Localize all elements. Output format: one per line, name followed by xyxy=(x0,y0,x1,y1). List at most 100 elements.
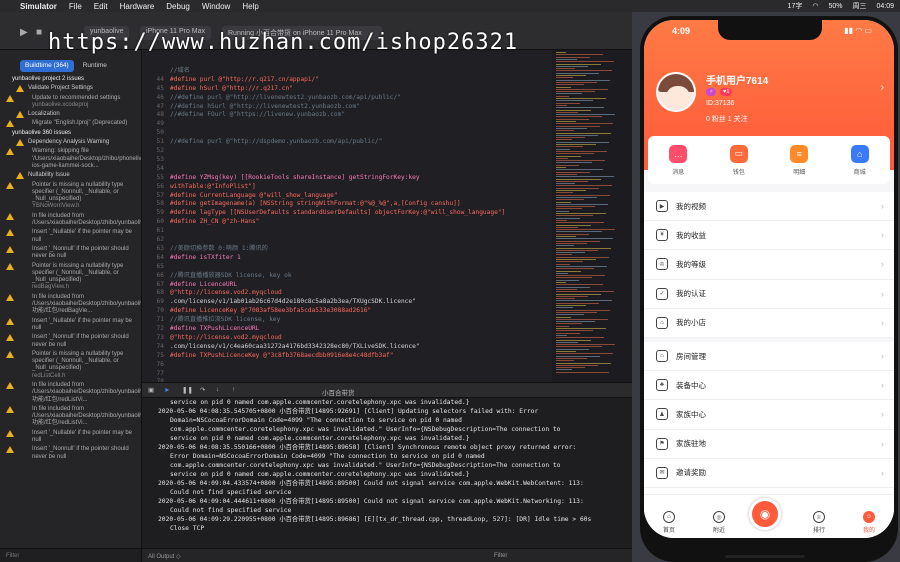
issue-item[interactable]: In file included from /Users/xiaobaihe/D… xyxy=(6,293,141,316)
hide-debug-icon[interactable]: ▣ xyxy=(148,386,154,394)
issue-item[interactable]: In file included from /Users/xiaobaihe/D… xyxy=(6,212,141,228)
navigator-filter[interactable]: Filter xyxy=(0,548,141,562)
issue-item[interactable]: In file included from /Users/xiaobaihe/D… xyxy=(6,381,141,404)
issue-item[interactable]: In file included from /Users/xiaobaihe/D… xyxy=(6,405,141,428)
code-line[interactable]: #define TXPushLicenceKey @"3c8fb3768aecd… xyxy=(170,352,394,360)
step-out-icon[interactable]: ↑ xyxy=(232,386,235,393)
code-editor[interactable]: 44 45 46 47 48 49 50 51 52 53 54 55 56 57 58 59 60 61 62 63… xyxy=(142,50,632,382)
code-line[interactable]: #define isTXfiter 1 xyxy=(170,254,241,262)
code-line[interactable]: #define LicenceURL xyxy=(170,281,237,289)
profile-arrow-icon[interactable]: › xyxy=(881,82,884,93)
issue-item[interactable]: Insert '_Nullable' if the pointer may be… xyxy=(6,229,139,244)
code-line[interactable]: //腾讯直播推拉流SDK license, key xyxy=(170,316,280,324)
menu-row[interactable]: ⌂ 房间管理 › xyxy=(644,342,894,372)
tab-nearby[interactable]: ◎ 附近 xyxy=(699,511,739,534)
quick-shop[interactable]: ⌂ 商城 xyxy=(850,144,869,176)
issue-item[interactable]: Pointer is missing a nullability type sp… xyxy=(6,262,139,292)
issue-item[interactable]: Pointer is missing a nullability type sp… xyxy=(6,181,139,211)
code-line[interactable]: #define YZMsg(key) [[RookieTools shareIn… xyxy=(170,174,420,182)
output-selector[interactable]: All Output ◇ xyxy=(148,553,181,560)
code-line[interactable]: //域名 xyxy=(170,67,190,75)
issue-item[interactable]: Insert '_Nonnull' if the pointer should … xyxy=(6,334,139,349)
issue-item[interactable]: Pointer is missing a nullability type sp… xyxy=(6,350,139,380)
tab-buildtime[interactable]: Buildtime (364) xyxy=(20,60,74,72)
tab-profile[interactable]: ☺ 我的 xyxy=(849,511,889,534)
issue-item[interactable]: Migrate "English.lproj" (Deprecated) xyxy=(6,120,139,128)
input-method-status[interactable]: 17字 xyxy=(788,1,803,11)
menu-row[interactable]: ♣ 装备中心 › xyxy=(644,371,894,401)
issue-text: Insert '_Nullable' if the pointer may be… xyxy=(32,229,133,243)
code-line[interactable]: withTable:@"InfoPlist"] xyxy=(170,183,256,191)
code-line[interactable]: //#define FOurl @"https://livenew.yunbao… xyxy=(170,111,345,119)
run-icon[interactable]: ▶ xyxy=(20,27,28,38)
issue-item[interactable]: Dependency Analysis Warning xyxy=(6,139,139,147)
home-indicator[interactable] xyxy=(725,555,805,558)
quick-chat[interactable]: … 消息 xyxy=(669,144,688,176)
menu-window[interactable]: Window xyxy=(202,2,230,11)
battery-status[interactable]: 50% xyxy=(828,3,842,10)
menu-debug[interactable]: Debug xyxy=(166,2,190,11)
issue-item[interactable]: Insert '_Nonnull' if the pointer should … xyxy=(6,446,139,461)
code-line[interactable]: //美颜切换参数 0:萌颜 1:腾讯的 xyxy=(170,245,268,253)
code-line[interactable]: #define lagType [[NSUserDefaults standar… xyxy=(170,209,505,217)
tab-rank[interactable]: ♕ 排行 xyxy=(799,511,839,534)
menu-app-name[interactable]: Simulator xyxy=(20,2,57,11)
source-code[interactable]: //域名 #define purl @"http://r.q217.cn/appa… xyxy=(170,50,550,382)
live-start-button[interactable]: ◉ xyxy=(749,498,781,530)
issue-item[interactable]: yunbaolive project 2 issues xyxy=(6,76,139,83)
issue-item[interactable]: yunbaolive 360 issues xyxy=(6,130,139,137)
menu-hardware[interactable]: Hardware xyxy=(120,2,155,11)
avatar[interactable] xyxy=(656,72,696,112)
issue-item[interactable]: Update to recommended settings yunbaolive… xyxy=(6,94,139,110)
code-line[interactable]: .com/license/v1/1ab01ab26c67d4d2e180c8c5… xyxy=(170,298,416,306)
code-line[interactable]: #define ZH_CN @"zh-Hans" xyxy=(170,218,259,226)
code-line[interactable]: .com/license/v1/c4ea60caa31272a4176bd334… xyxy=(170,343,420,351)
menu-row[interactable]: ⌂ 我的小店 › xyxy=(644,309,894,338)
clock-status[interactable]: 04:09 xyxy=(876,3,894,10)
code-line[interactable]: //#define purl @"http://dspdemo.yunbaozb… xyxy=(170,138,382,146)
menu-file[interactable]: File xyxy=(69,2,82,11)
stop-icon[interactable]: ■ xyxy=(36,27,42,38)
issue-item[interactable]: Insert '_Nullable' if the pointer may be… xyxy=(6,429,139,445)
tab-home[interactable]: ⌂ 首页 xyxy=(649,511,689,534)
breakpoints-icon[interactable]: ➤ xyxy=(164,386,169,394)
code-line[interactable]: #define purl @"http://r.q217.cn/appapi/" xyxy=(170,76,319,84)
code-line[interactable]: #define getImagename(a) [NSString string… xyxy=(170,200,461,208)
issue-item[interactable]: Nullability Issue xyxy=(6,172,139,180)
menu-row[interactable]: ⚑ 家族驻地 › xyxy=(644,430,894,459)
debug-console[interactable]: service on pid 0 named com.apple.commcen… xyxy=(142,398,632,548)
follow-stats[interactable]: 0 粉丝 1 关注 xyxy=(706,114,748,124)
code-line[interactable]: #define CurrentLanguage @"will_show_lang… xyxy=(170,192,338,200)
code-line[interactable]: #define hSurl @"http://r.q217.cn" xyxy=(170,85,293,93)
console-filter[interactable]: Filter xyxy=(494,553,507,559)
debug-target[interactable]: 小百合带货 xyxy=(322,387,355,397)
code-line[interactable]: //腾讯直播播放器SDK license, key ok xyxy=(170,272,292,280)
tab-runtime[interactable]: Runtime xyxy=(78,60,112,72)
code-line[interactable]: #define TXPushLicenceURL xyxy=(170,325,259,333)
code-line[interactable]: @"http://license.vod2.myqcloud xyxy=(170,289,282,297)
code-line[interactable]: //#define purl @"http://livenewtest2.yun… xyxy=(170,94,401,102)
issue-item[interactable]: Localization xyxy=(6,111,139,119)
menu-row[interactable]: ♔ 我的等级 › xyxy=(644,250,894,280)
menu-row[interactable]: ♟ 家族中心 › xyxy=(644,400,894,430)
step-over-icon[interactable]: ↷ xyxy=(200,386,205,394)
step-in-icon[interactable]: ↓ xyxy=(216,386,219,393)
issue-item[interactable]: Validate Project Settings xyxy=(6,85,139,93)
issue-item[interactable]: Insert '_Nullable' if the pointer may be… xyxy=(6,317,139,333)
minimap[interactable] xyxy=(552,50,632,382)
menu-help[interactable]: Help xyxy=(242,2,258,11)
menu-row[interactable]: ¥ 我的收益 › xyxy=(644,221,894,251)
menu-row[interactable]: ▶ 我的视频 › xyxy=(644,192,894,222)
menu-row[interactable]: ✓ 我的认证 › xyxy=(644,280,894,309)
code-line[interactable]: //#define hSurl @"http://livenewtest2.yu… xyxy=(170,103,360,111)
pause-icon[interactable]: ❚❚ xyxy=(182,386,193,394)
menu-row[interactable]: ✉ 邀请奖励 › xyxy=(644,459,894,488)
wifi-icon[interactable]: ◠ xyxy=(812,2,818,10)
code-line[interactable]: @"http://license.vod2.myqcloud xyxy=(170,334,282,342)
issue-item[interactable]: Insert '_Nonnull' if the pointer should … xyxy=(6,245,139,261)
issue-item[interactable]: Warning: skipping file '/Users/xiaobaihe… xyxy=(6,148,141,170)
quick-detail[interactable]: ≡ 明细 xyxy=(790,144,809,176)
code-line[interactable]: #define LicenceKey @"7083af58ee3bfa5cda5… xyxy=(170,307,371,315)
menu-edit[interactable]: Edit xyxy=(94,2,108,11)
quick-wallet[interactable]: ▭ 钱包 xyxy=(729,144,748,176)
